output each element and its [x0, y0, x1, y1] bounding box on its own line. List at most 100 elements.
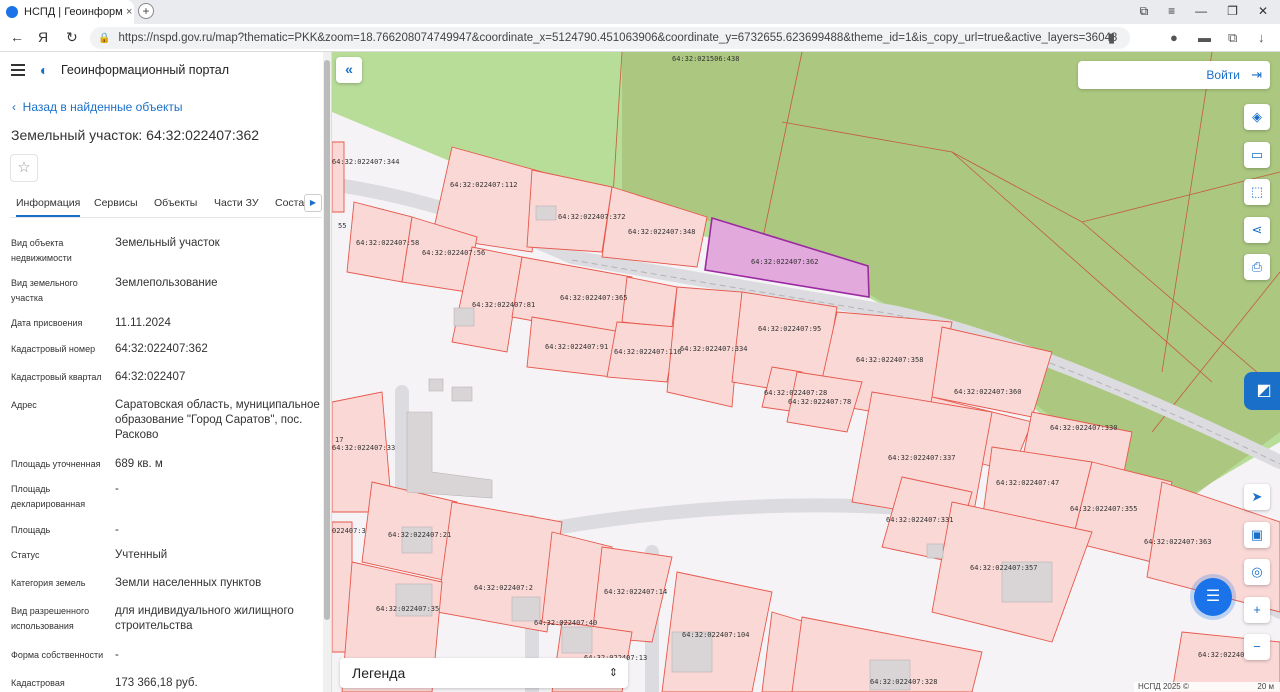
tabs-scroll-right-icon[interactable]: ▶ — [304, 194, 322, 212]
tab-close-icon[interactable]: × — [126, 6, 132, 18]
field-label: Вид земельного участка — [11, 278, 78, 303]
field-label: Адрес — [11, 400, 37, 410]
new-tab-button[interactable]: + — [138, 3, 154, 19]
ruler-icon[interactable]: ▭ — [1244, 142, 1270, 168]
parcel-label: 64:32:022407:35 — [376, 605, 439, 613]
egrn-service-icon[interactable]: ◩ — [1244, 372, 1280, 410]
info-tabs: Информация Сервисы Объекты Части ЗУ Сост… — [10, 192, 322, 218]
back-arrow-icon[interactable]: ← — [10, 29, 24, 45]
collections-icon[interactable]: ⧉ — [1140, 4, 1149, 19]
tab-info[interactable]: Информация — [16, 197, 81, 217]
legend-dropdown[interactable]: Легенда ⇕ — [340, 658, 628, 688]
parcel-label: 64:32:022407:112 — [450, 181, 517, 189]
select-icon[interactable]: ⬚ — [1244, 179, 1270, 205]
extension-icon-2[interactable]: ▬ — [1198, 30, 1211, 45]
footer-brand: НСПД 2025 © — [1138, 682, 1189, 691]
back-to-results-link[interactable]: ‹ Назад в найденные объекты — [12, 100, 183, 114]
field-label: Кадастровая — [11, 678, 65, 688]
chat-icon[interactable]: ☰ — [1194, 578, 1232, 616]
field-label: Категория земель — [11, 578, 86, 588]
parcel-label: 64:32:022407:360 — [954, 388, 1021, 396]
menu-icon[interactable] — [11, 64, 25, 76]
parcel-label: 55 — [338, 222, 346, 230]
parcel-label: 64:32:022407:355 — [1070, 505, 1137, 513]
back-link-label: Назад в найденные объекты — [22, 100, 183, 114]
lock-icon: 🔒 — [98, 32, 111, 44]
parcel-label: 64:32:022407:344 — [332, 158, 399, 166]
portal-logo-icon: ◐ — [40, 62, 49, 78]
address-bar: ← Я ↻ 🔒 https://nspd.gov.ru/map?thematic… — [0, 24, 1280, 52]
field-value: 64:32:022407 — [115, 371, 186, 383]
tab-objects[interactable]: Объекты — [154, 197, 197, 209]
parcel-label: 64:32:022407:21 — [388, 531, 451, 539]
parcel-label: 64:32:022407:33 — [332, 444, 395, 452]
geolocate-icon[interactable]: ◎ — [1244, 559, 1270, 585]
sidebar-scrollbar[interactable] — [323, 52, 331, 692]
parcel-label: 64:32:022407:348 — [628, 228, 695, 236]
favorite-star-icon[interactable]: ☆ — [10, 154, 38, 182]
parcel-label: 64:32:022407:365 — [560, 294, 627, 302]
parcel-label: 64:32:022407:331 — [886, 516, 953, 524]
collapse-sidebar-button[interactable]: « — [336, 57, 362, 83]
download-icon[interactable]: ↓ — [1258, 30, 1265, 45]
field-label: Кадастровый номер — [11, 344, 96, 354]
parcel-label: 64:32:022407:358 — [856, 356, 923, 364]
parcel-label: 64:32:022407:357 — [970, 564, 1037, 572]
tab-parts[interactable]: Части ЗУ — [214, 197, 259, 209]
print-icon[interactable]: ⎙ — [1244, 254, 1270, 280]
extension-icon[interactable]: ● — [1170, 30, 1178, 45]
field-value: 689 кв. м — [115, 458, 163, 470]
reload-icon[interactable]: ↻ — [66, 29, 78, 46]
field-value: для индивидуального жилищного строительс… — [115, 605, 294, 632]
parcel-label: 64:32:022407:91 — [545, 343, 608, 351]
field-label: Кадастровый квартал — [11, 372, 102, 382]
field-value: 11.11.2024 — [115, 317, 171, 329]
layers-icon[interactable]: ◈ — [1244, 104, 1270, 130]
field-label: Форма собственности — [11, 650, 104, 660]
close-window-button[interactable]: ✕ — [1258, 4, 1268, 19]
parcel-label: 64:32:022407:58 — [356, 239, 419, 247]
tab-services[interactable]: Сервисы — [94, 197, 138, 209]
parcel-label: 64:32:022407:78 — [788, 398, 851, 406]
tab-title: НСПД | Геоинформаци — [24, 6, 122, 18]
back-chevron-icon: ‹ — [12, 100, 16, 114]
yandex-icon[interactable]: Я — [38, 29, 48, 45]
browser-menu-icon[interactable]: ≡ — [1168, 4, 1175, 19]
field-label: Площадь — [11, 525, 51, 535]
field-value: - — [115, 524, 119, 536]
minimap-icon[interactable]: ▣ — [1244, 522, 1270, 548]
parcel-label: 64:32:022407:337 — [888, 454, 955, 462]
location-icon[interactable]: ➤ — [1244, 484, 1270, 510]
legend-label: Легенда — [352, 665, 406, 681]
browser-tab[interactable]: НСПД | Геоинформаци × — [0, 0, 134, 24]
url-input[interactable]: 🔒 https://nspd.gov.ru/map?thematic=PKK&z… — [90, 27, 1130, 49]
field-label: Статус — [11, 550, 40, 560]
scrollbar-thumb[interactable] — [324, 60, 330, 620]
cadastral-map[interactable]: 64:32:021506:438 64:32:022407:344 64:32:… — [332, 52, 1280, 692]
zoom-in-icon[interactable]: + — [1244, 597, 1270, 623]
parcel-label: 64:32:022407:47 — [996, 479, 1059, 487]
minimize-button[interactable]: — — [1195, 4, 1207, 19]
extension-icon-3[interactable]: ⧉ — [1228, 30, 1237, 46]
bookmark-icon[interactable]: ▮ — [1108, 30, 1115, 46]
parcel-label: 64:32:022407:28 — [764, 389, 827, 397]
scale-label: 20 м — [1257, 682, 1274, 691]
login-label: Войти — [1206, 68, 1240, 82]
field-value: Землепользование — [115, 277, 218, 289]
field-label: Вид объекта недвижимости — [11, 238, 72, 263]
url-text: https://nspd.gov.ru/map?thematic=PKK&zoo… — [118, 32, 1118, 44]
tab-composition[interactable]: Соста — [275, 197, 304, 209]
field-label: Дата присвоения — [11, 318, 83, 328]
page-title: Земельный участок: 64:32:022407:362 — [11, 127, 260, 143]
map-canvas[interactable]: 64:32:021506:438 64:32:022407:344 64:32:… — [332, 52, 1280, 692]
login-button[interactable]: Войти ⇥ — [1078, 61, 1270, 89]
parcel-label: 64:32:022407:334 — [680, 345, 747, 353]
parcel-label: 64:32:022407:372 — [558, 213, 625, 221]
parcel-label: 64:32:022407:95 — [758, 325, 821, 333]
parcel-label: 64:32:022407:14 — [604, 588, 667, 596]
field-value: - — [115, 483, 119, 495]
zoom-out-icon[interactable]: − — [1244, 634, 1270, 660]
share-icon[interactable]: ⋖ — [1244, 217, 1270, 243]
parcel-label: 64:32:022407:56 — [422, 249, 485, 257]
maximize-button[interactable]: ❐ — [1227, 4, 1238, 19]
